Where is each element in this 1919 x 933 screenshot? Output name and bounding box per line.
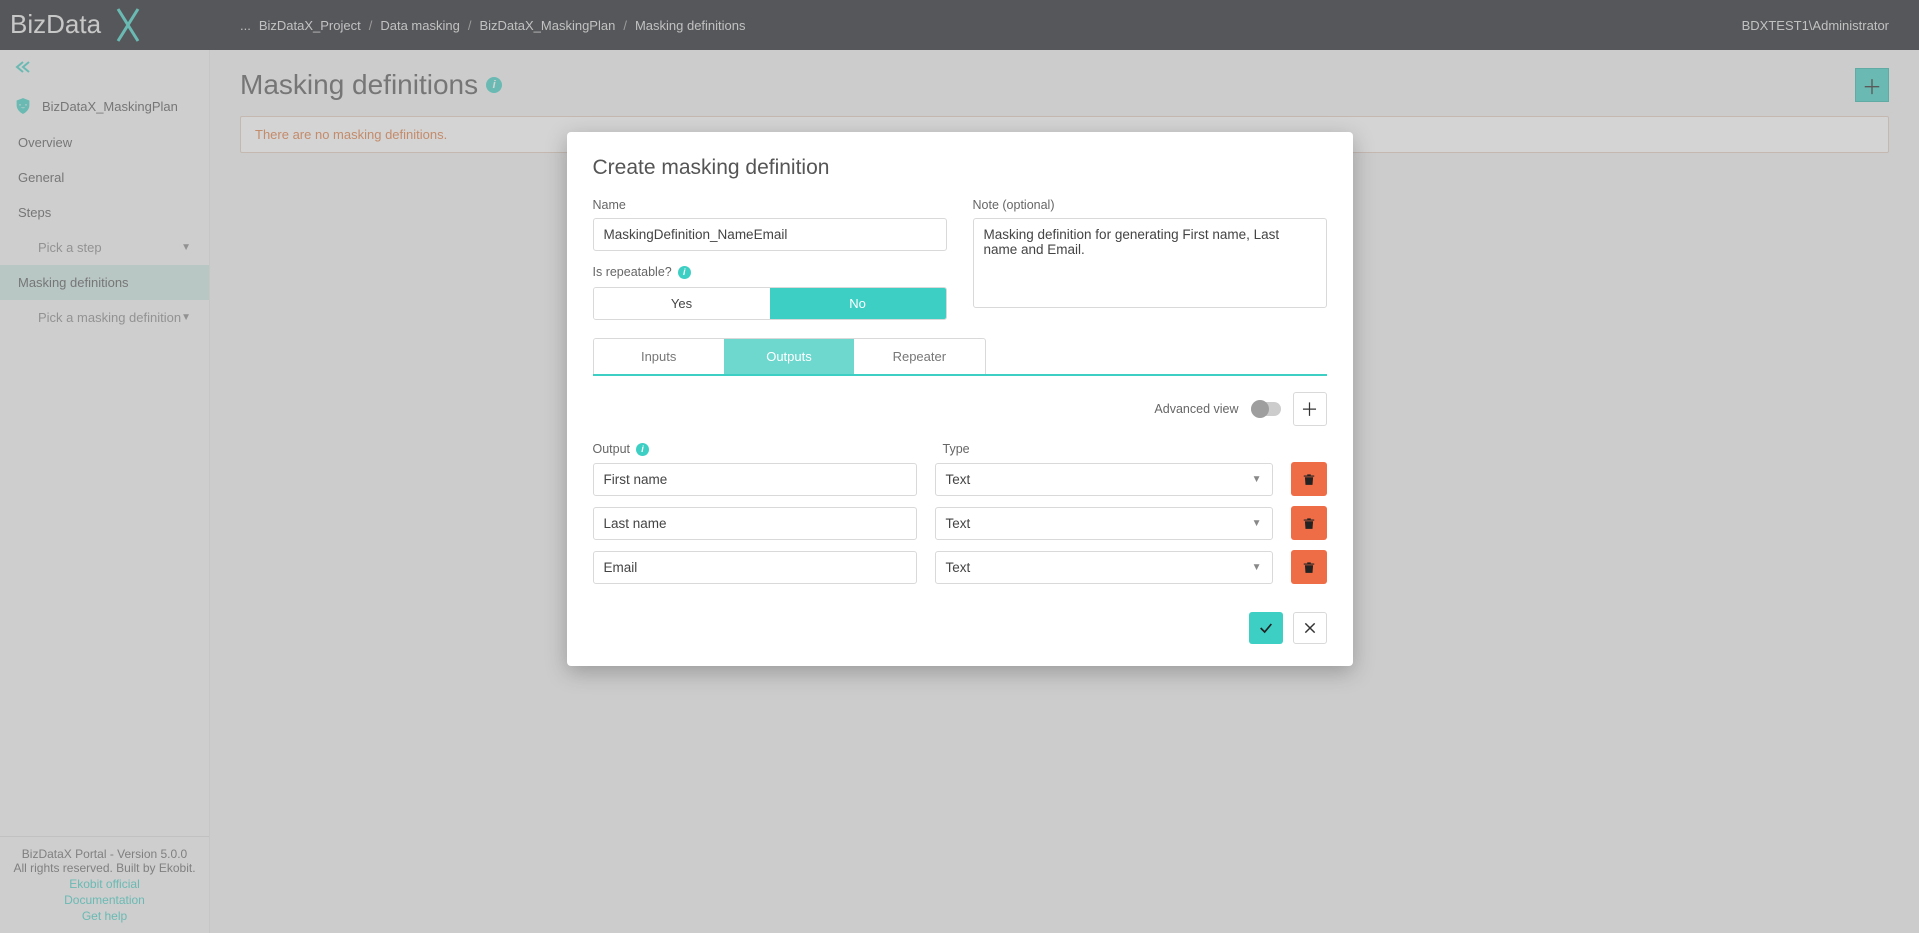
tab-outputs[interactable]: Outputs (724, 339, 854, 374)
repeatable-yes-button[interactable]: Yes (594, 288, 770, 319)
info-icon[interactable]: i (678, 266, 691, 279)
output-type-select[interactable]: Text▼ (935, 551, 1273, 584)
output-name-input[interactable] (593, 507, 917, 540)
delete-output-button[interactable] (1291, 506, 1327, 540)
output-col-label: Output (593, 442, 631, 456)
advanced-view-label: Advanced view (1154, 402, 1238, 416)
cancel-button[interactable] (1293, 612, 1327, 644)
chevron-down-icon: ▼ (1252, 562, 1262, 573)
note-textarea[interactable] (973, 218, 1327, 308)
output-row: Text▼ (593, 462, 1327, 496)
tab-repeater[interactable]: Repeater (854, 339, 984, 374)
output-row: Text▼ (593, 506, 1327, 540)
modal-tabs: Inputs Outputs Repeater (593, 338, 986, 374)
name-label: Name (593, 198, 947, 212)
output-row: Text▼ (593, 550, 1327, 584)
note-label: Note (optional) (973, 198, 1327, 212)
repeatable-no-button[interactable]: No (770, 288, 946, 319)
output-name-input[interactable] (593, 551, 917, 584)
delete-output-button[interactable] (1291, 550, 1327, 584)
check-icon (1258, 620, 1274, 636)
trash-icon (1302, 472, 1316, 486)
info-icon[interactable]: i (636, 443, 649, 456)
tab-inputs[interactable]: Inputs (594, 339, 724, 374)
create-masking-definition-modal: Create masking definition Name Is repeat… (567, 132, 1353, 666)
output-name-input[interactable] (593, 463, 917, 496)
modal-title: Create masking definition (593, 156, 1327, 180)
delete-output-button[interactable] (1291, 462, 1327, 496)
chevron-down-icon: ▼ (1252, 474, 1262, 485)
output-type-select[interactable]: Text▼ (935, 463, 1273, 496)
close-icon (1303, 621, 1317, 635)
advanced-view-toggle[interactable] (1251, 402, 1281, 416)
name-input[interactable] (593, 218, 947, 251)
add-output-button[interactable]: ＋ (1293, 392, 1327, 426)
output-type-select[interactable]: Text▼ (935, 507, 1273, 540)
chevron-down-icon: ▼ (1252, 518, 1262, 529)
type-col-label: Type (943, 442, 1327, 456)
confirm-button[interactable] (1249, 612, 1283, 644)
repeatable-toggle: Yes No (593, 287, 947, 320)
trash-icon (1302, 516, 1316, 530)
repeatable-label: Is repeatable? i (593, 265, 947, 279)
trash-icon (1302, 560, 1316, 574)
